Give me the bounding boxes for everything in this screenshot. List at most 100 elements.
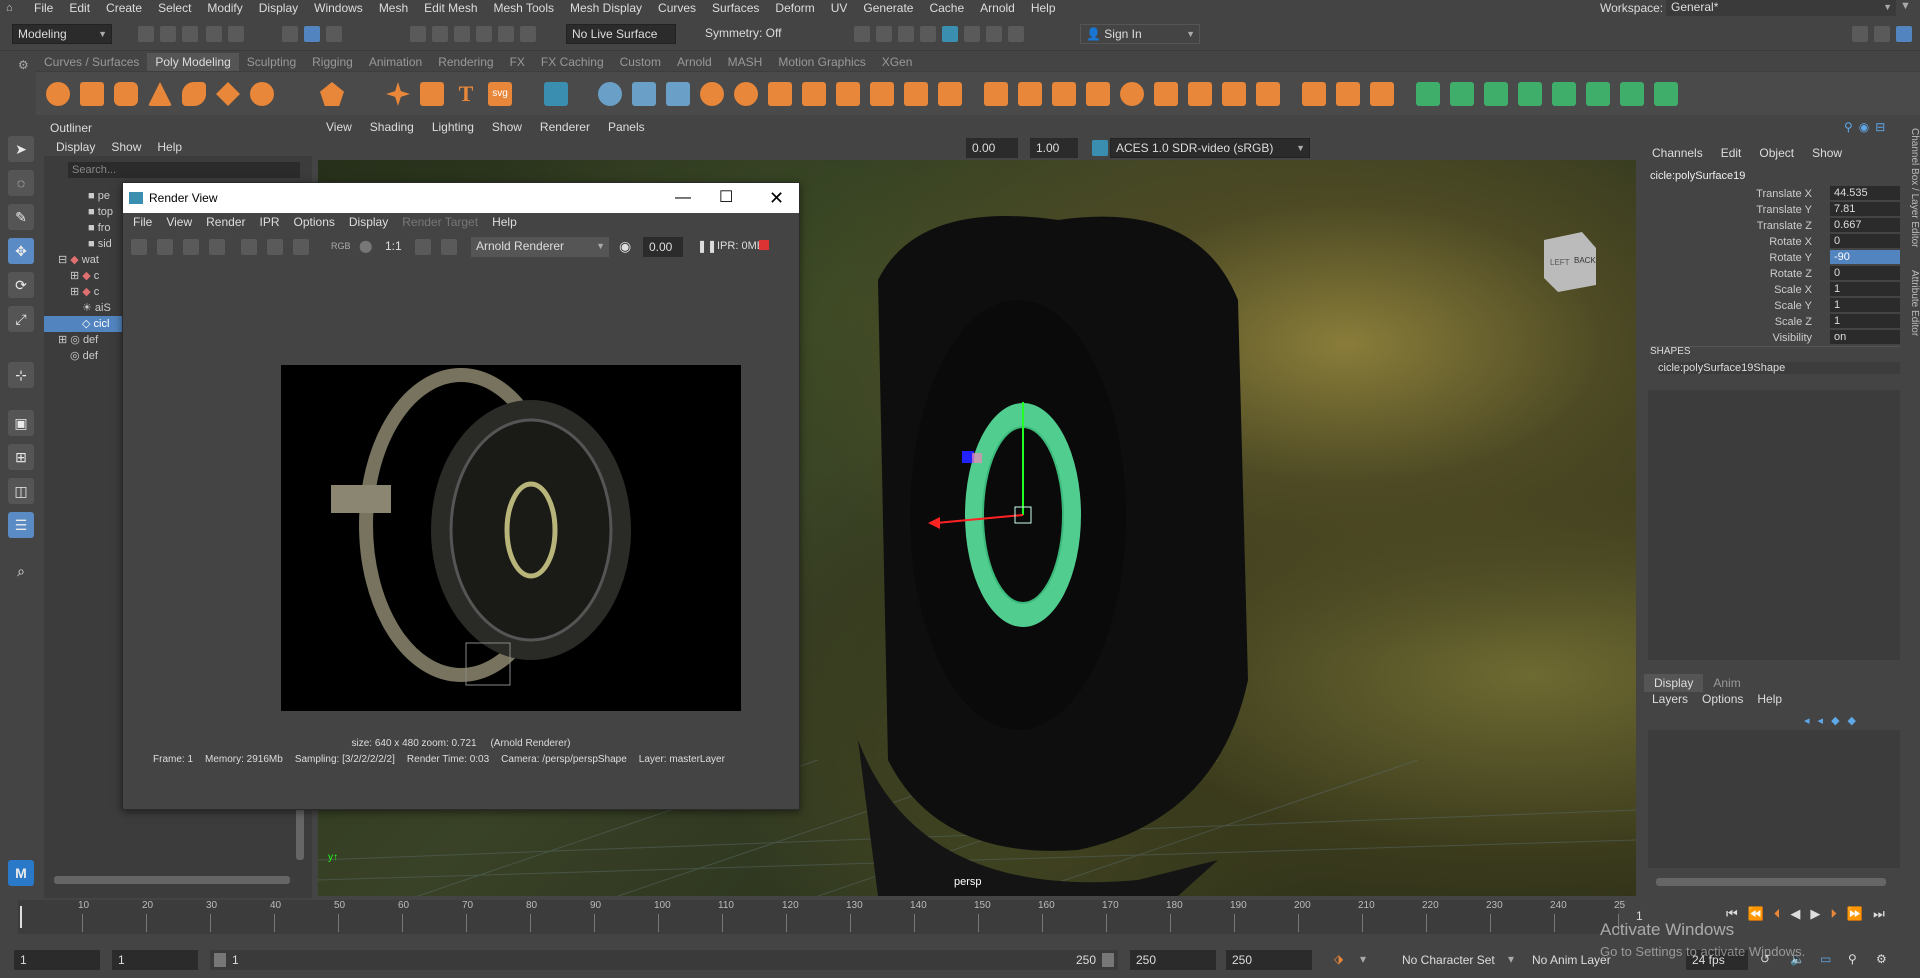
outliner-menu-help[interactable]: Help <box>157 138 182 156</box>
channel-value[interactable]: 0.667 <box>1830 218 1900 232</box>
channel-value[interactable]: 7.81 <box>1830 202 1900 216</box>
channel-value[interactable]: -90 <box>1830 250 1900 264</box>
cut-uv-icon[interactable] <box>1586 82 1610 106</box>
rv-menu-help[interactable]: Help <box>492 213 517 231</box>
single-perspective-layout-icon[interactable]: ▣ <box>8 410 34 436</box>
outliner-scrollbar[interactable] <box>296 806 304 860</box>
keep-image-icon[interactable] <box>415 239 431 255</box>
shelf-tab-fx-caching[interactable]: FX Caching <box>533 53 612 71</box>
menu-mesh-tools[interactable]: Mesh Tools <box>486 0 562 16</box>
poly-plane-icon[interactable] <box>216 82 240 106</box>
playback-start-field[interactable]: 1 <box>112 950 198 970</box>
move-layer-up-icon[interactable]: ◂ <box>1804 714 1810 727</box>
viewport-menu-show[interactable]: Show <box>492 118 522 136</box>
channel-value[interactable]: 0 <box>1830 266 1900 280</box>
poly-cylinder-icon[interactable] <box>114 82 138 106</box>
redo-icon[interactable] <box>228 26 244 42</box>
menu-help[interactable]: Help <box>1023 0 1064 16</box>
open-scene-icon[interactable] <box>160 26 176 42</box>
bookmark-icon[interactable]: ▭ <box>1820 952 1831 966</box>
mirror-icon[interactable] <box>870 82 894 106</box>
layer-menu-options[interactable]: Options <box>1702 692 1743 706</box>
multi-cut-icon[interactable] <box>1302 82 1326 106</box>
sign-in-dropdown[interactable]: 👤 Sign In ▼ <box>1080 24 1200 44</box>
stop-render-icon[interactable] <box>759 240 769 250</box>
menu-edit[interactable]: Edit <box>61 0 98 16</box>
auto-key-icon[interactable]: ⬗ <box>1334 952 1343 966</box>
poly-disc-icon[interactable] <box>250 82 274 106</box>
menu-curves[interactable]: Curves <box>650 0 704 16</box>
expand-icon[interactable]: ⊞ <box>70 270 82 282</box>
menu-mesh-display[interactable]: Mesh Display <box>562 0 650 16</box>
lasso-tool-icon[interactable]: ◌ <box>8 170 34 196</box>
channel-translate-z[interactable]: Translate Z 0.667 <box>1644 218 1904 234</box>
shelf-tab-poly-modeling[interactable]: Poly Modeling <box>147 53 239 71</box>
exposure-field[interactable]: 0.00 <box>966 138 1018 158</box>
channel-value[interactable]: 1 <box>1830 314 1900 328</box>
move-layer-down-icon[interactable]: ◂ <box>1818 714 1824 727</box>
settings-icon[interactable]: ⚙ <box>1876 952 1887 966</box>
new-scene-icon[interactable] <box>138 26 154 42</box>
rgb-channel-label[interactable]: RGB <box>331 241 351 251</box>
menu-cache[interactable]: Cache <box>921 0 972 16</box>
menu-arnold[interactable]: Arnold <box>972 0 1023 16</box>
toggle-panel-icon[interactable] <box>1852 26 1868 42</box>
chevron-down-icon[interactable]: ▾ <box>1360 952 1366 966</box>
step-back-frame-icon[interactable]: ⏴ <box>1774 906 1781 922</box>
move-tool-icon[interactable]: ✥ <box>8 238 34 264</box>
toggle-panel-icon[interactable] <box>1874 26 1890 42</box>
object-name[interactable]: cicle:polySurface19 <box>1650 170 1745 182</box>
render-settings-icon[interactable] <box>920 26 936 42</box>
ipr-render-icon[interactable] <box>898 26 914 42</box>
time-slider-track[interactable]: 10 20 30 40 50 60 70 80 90 100 110 120 130 140 150 160 1… <box>18 900 1625 934</box>
render-history-icon[interactable] <box>854 26 870 42</box>
snap-curve-icon[interactable] <box>432 26 448 42</box>
boolean-icon[interactable] <box>768 82 792 106</box>
uv-layout-icon[interactable] <box>598 82 622 106</box>
poly-torus-icon[interactable] <box>182 82 206 106</box>
renderer-dropdown[interactable]: Arnold Renderer ▼ <box>471 237 609 257</box>
menu-select[interactable]: Select <box>150 0 199 16</box>
menu-generate[interactable]: Generate <box>855 0 921 16</box>
render-region-icon[interactable] <box>157 239 173 255</box>
viewcube-left-label[interactable]: LEFT <box>1550 258 1570 267</box>
shelf-tab-animation[interactable]: Animation <box>361 53 430 71</box>
wedge-icon[interactable] <box>1120 82 1144 106</box>
animation-start-field[interactable]: 1 <box>14 950 100 970</box>
save-scene-icon[interactable] <box>182 26 198 42</box>
shelf-tab-rigging[interactable]: Rigging <box>304 53 361 71</box>
sweep-mesh-icon[interactable] <box>420 82 444 106</box>
shelf-settings-icon[interactable]: ⚙ <box>18 58 29 72</box>
outliner-hscrollbar[interactable] <box>54 876 290 884</box>
new-layer-icon[interactable]: ◆ <box>1831 714 1839 727</box>
circularize-icon[interactable] <box>1188 82 1212 106</box>
layer-list[interactable] <box>1648 730 1900 868</box>
type-tool-icon[interactable]: T <box>454 82 478 106</box>
channel-menu-channels[interactable]: Channels <box>1652 146 1703 160</box>
range-slider[interactable]: 1 250 <box>210 950 1118 970</box>
menu-windows[interactable]: Windows <box>306 0 371 16</box>
channel-scale-y[interactable]: Scale Y1 <box>1644 298 1904 314</box>
cylindrical-map-icon[interactable] <box>1484 82 1508 106</box>
viewport-menu-panels[interactable]: Panels <box>608 118 645 136</box>
channel-translate-y[interactable]: Translate Y 7.81 <box>1644 202 1904 218</box>
expand-icon[interactable]: ⊞ <box>70 286 82 298</box>
viewport-menu-lighting[interactable]: Lighting <box>432 118 474 136</box>
current-frame-marker[interactable] <box>20 906 22 928</box>
svg-tool-icon[interactable]: svg <box>488 82 512 106</box>
layer-tab-display[interactable]: Display <box>1644 674 1704 692</box>
snap-point-icon[interactable] <box>454 26 470 42</box>
fill-hole-icon[interactable] <box>938 82 962 106</box>
snapshot-icon[interactable] <box>183 239 199 255</box>
shelf-tab-curves-surfaces[interactable]: Curves / Surfaces <box>36 53 147 71</box>
expand-icon[interactable]: ⊟ <box>58 254 70 266</box>
rv-menu-ipr[interactable]: IPR <box>260 213 280 231</box>
real-size-label[interactable]: 1:1 <box>385 239 402 253</box>
shelf-tab-rendering[interactable]: Rendering <box>430 53 501 71</box>
channel-translate-x[interactable]: Translate X 44.535 <box>1644 186 1904 202</box>
light-editor-icon[interactable] <box>964 26 980 42</box>
channel-box-toggle-icon[interactable] <box>1896 26 1912 42</box>
menu-file[interactable]: File <box>26 0 61 16</box>
paint-select-tool-icon[interactable]: ✎ <box>8 204 34 230</box>
layer-tab-anim[interactable]: Anim <box>1703 674 1750 692</box>
